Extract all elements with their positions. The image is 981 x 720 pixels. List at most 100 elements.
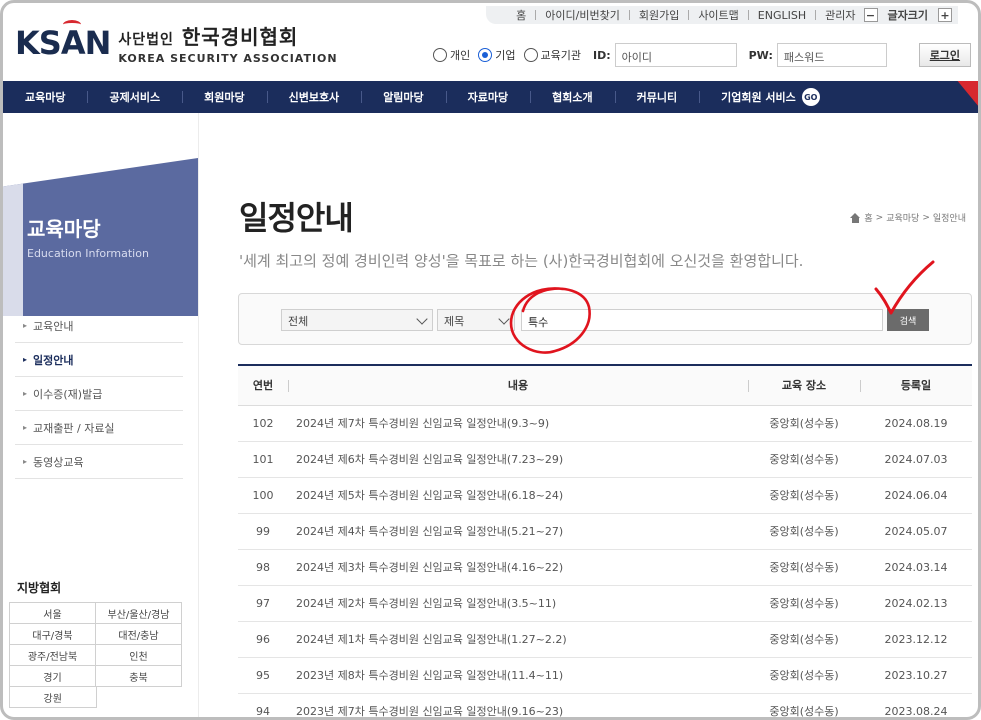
sidebar-item-label: 교재출판 / 자료실	[33, 421, 115, 435]
nav-item-mutual-aid[interactable]: 공제서비스	[87, 81, 182, 113]
search-button[interactable]: 검색	[887, 309, 929, 331]
row-number: 95	[238, 657, 288, 694]
breadcrumb-section[interactable]: 교육마당	[886, 211, 919, 224]
region-link[interactable]: 충북	[96, 666, 182, 687]
region-link[interactable]: 부산/울산/경남	[96, 603, 182, 624]
util-link-find-account[interactable]: 아이디/비번찾기	[545, 7, 620, 23]
radio-icon	[523, 48, 538, 62]
bullet-icon: ▸	[23, 457, 28, 466]
category-select[interactable]: 전체	[281, 309, 433, 331]
region-title: 지방협회	[17, 581, 62, 595]
id-input[interactable]: 아이디	[614, 43, 737, 67]
login-form: 개인 기업 교육기관 ID: 아이디 PW: 패스워드 로그인	[433, 43, 971, 67]
row-date: 2024.06.04	[860, 477, 972, 514]
region-link[interactable]: 인천	[96, 645, 182, 666]
sidebar-item-schedule[interactable]: ▸ 일정안내	[15, 343, 183, 377]
row-date: 2023.12.12	[860, 621, 972, 658]
go-badge[interactable]: GO	[801, 88, 820, 106]
sidebar-item-certificate[interactable]: ▸ 이수증(재)발급	[15, 377, 183, 411]
row-title-link[interactable]: 2024년 제6차 특수경비원 신임교육 일정안내(7.23~29)	[288, 441, 748, 478]
utility-bar: 홈 아이디/비번찾기 회원가입 사이트맵 ENGLISH 관리자 − 글자크기 …	[486, 6, 958, 24]
row-title-link[interactable]: 2024년 제4차 특수경비원 신임교육 일정안내(5.21~27)	[288, 513, 748, 550]
member-type-institution[interactable]: 교육기관	[523, 47, 581, 63]
login-button[interactable]: 로그인	[918, 43, 971, 67]
region-link[interactable]: 광주/전남북	[9, 645, 96, 666]
row-place: 중앙회(성수동)	[748, 513, 860, 550]
header-content: 내용	[288, 365, 748, 406]
table-row[interactable]: 101 2024년 제6차 특수경비원 신임교육 일정안내(7.23~29) 중…	[238, 441, 972, 478]
row-title-link[interactable]: 2024년 제2차 특수경비원 신임교육 일정안내(3.5~11)	[288, 585, 748, 622]
region-grid: 서울 부산/울산/경남 대구/경북 대전/충남 광주/전남북 인천 경기 충북 강원	[9, 602, 182, 708]
password-input[interactable]: 패스워드	[776, 43, 887, 67]
table-row[interactable]: 95 2023년 제8차 특수경비원 신임교육 일정안내(11.4~11) 중앙…	[238, 657, 972, 694]
schedule-table: 연번 내용 교육 장소 등록일 102 2024년 제7차 특수경비원 신임교육…	[238, 364, 972, 717]
radio-label: 개인	[450, 49, 471, 62]
row-title-link[interactable]: 2024년 제5차 특수경비원 신임교육 일정안내(6.18~24)	[288, 477, 748, 514]
font-decrease-button[interactable]: −	[863, 8, 878, 22]
home-icon[interactable]	[850, 212, 861, 223]
search-input[interactable]: 특수	[521, 309, 883, 331]
bullet-icon: ▸	[23, 355, 28, 364]
breadcrumb-separator: >	[922, 212, 930, 223]
row-number: 99	[238, 513, 288, 550]
main-navigation: 교육마당 공제서비스 회원마당 신변보호사 알림마당 자료마당 협회소개 커뮤니…	[3, 81, 978, 113]
region-link[interactable]: 서울	[9, 603, 96, 624]
field-select[interactable]: 제목	[437, 309, 515, 331]
row-place: 중앙회(성수동)	[748, 657, 860, 694]
header-number: 연번	[238, 365, 288, 406]
util-link-signup[interactable]: 회원가입	[639, 7, 679, 23]
sidebar-item-education-info[interactable]: ▸ 교육안내	[15, 309, 183, 343]
row-date: 2023.08.24	[860, 693, 972, 717]
member-type-company[interactable]: 기업	[478, 47, 516, 63]
table-row[interactable]: 97 2024년 제2차 특수경비원 신임교육 일정안내(3.5~11) 중앙회…	[238, 585, 972, 622]
logo-english-name: KOREA SECURITY ASSOCIATION	[118, 52, 338, 65]
row-title-link[interactable]: 2024년 제1차 특수경비원 신임교육 일정안내(1.27~2.2)	[288, 621, 748, 658]
sidebar-item-label: 교육안내	[33, 319, 74, 333]
member-type-personal[interactable]: 개인	[433, 47, 470, 63]
table-row[interactable]: 99 2024년 제4차 특수경비원 신임교육 일정안내(5.21~27) 중앙…	[238, 513, 972, 550]
row-date: 2024.07.03	[860, 441, 972, 478]
row-place: 중앙회(성수동)	[748, 585, 860, 622]
pw-label: PW:	[748, 48, 773, 62]
table-row[interactable]: 98 2024년 제3차 특수경비원 신임교육 일정안내(4.16~22) 중앙…	[238, 549, 972, 586]
font-increase-button[interactable]: +	[938, 8, 952, 22]
logo-korean-name: 사단법인 한국경비협회	[118, 25, 299, 49]
sidebar-item-video[interactable]: ▸ 동영상교육	[15, 445, 183, 479]
util-link-admin[interactable]: 관리자	[825, 7, 855, 23]
nav-item-about[interactable]: 협회소개	[530, 81, 614, 113]
breadcrumb-home[interactable]: 홈	[864, 211, 872, 224]
divider	[815, 10, 817, 20]
nav-item-bodyguard[interactable]: 신변보호사	[266, 81, 362, 113]
chevron-down-icon	[498, 313, 510, 325]
nav-item-community[interactable]: 커뮤니티	[614, 81, 699, 113]
row-title-link[interactable]: 2023년 제8차 특수경비원 신임교육 일정안내(11.4~11)	[288, 657, 748, 694]
page-title: 일정안내	[239, 199, 354, 237]
nav-item-notice[interactable]: 알림마당	[361, 81, 445, 113]
nav-item-members[interactable]: 회원마당	[182, 81, 266, 113]
region-link[interactable]: 강원	[9, 687, 97, 708]
region-link[interactable]: 대전/충남	[96, 624, 182, 645]
table-row[interactable]: 96 2024년 제1차 특수경비원 신임교육 일정안내(1.27~2.2) 중…	[238, 621, 972, 658]
site-logo[interactable]: KSAN 사단법인 한국경비협회 KOREA SECURITY ASSOCIAT…	[15, 21, 338, 65]
nav-item-corporate[interactable]: 기업회원 서비스 GO	[699, 81, 842, 113]
table-row[interactable]: 100 2024년 제5차 특수경비원 신임교육 일정안내(6.18~24) 중…	[238, 477, 972, 514]
region-link[interactable]: 경기	[9, 666, 96, 687]
bullet-icon: ▸	[23, 423, 28, 432]
row-title-link[interactable]: 2023년 제7차 특수경비원 신임교육 일정안내(9.16~23)	[288, 693, 748, 717]
util-link-sitemap[interactable]: 사이트맵	[698, 7, 738, 23]
util-link-english[interactable]: ENGLISH	[758, 9, 806, 22]
intro-text: '세계 최고의 정예 경비인력 양성'을 목표로 하는 (사)한국경비협회에 오…	[239, 252, 804, 270]
table-header-row: 연번 내용 교육 장소 등록일	[238, 365, 972, 406]
row-title-link[interactable]: 2024년 제7차 특수경비원 신임교육 일정안내(9.3~9)	[288, 405, 748, 442]
region-empty-cell	[97, 687, 183, 708]
table-row[interactable]: 102 2024년 제7차 특수경비원 신임교육 일정안내(9.3~9) 중앙회…	[238, 405, 972, 442]
table-row[interactable]: 94 2023년 제7차 특수경비원 신임교육 일정안내(9.16~23) 중앙…	[238, 693, 972, 717]
row-date: 2024.08.19	[860, 405, 972, 442]
sidebar-item-materials[interactable]: ▸ 교재출판 / 자료실	[15, 411, 183, 445]
nav-item-education[interactable]: 교육마당	[3, 81, 87, 113]
radio-label: 교육기관	[540, 49, 581, 62]
util-link-home[interactable]: 홈	[516, 7, 526, 23]
nav-item-resources[interactable]: 자료마당	[445, 81, 530, 113]
row-title-link[interactable]: 2024년 제3차 특수경비원 신임교육 일정안내(4.16~22)	[288, 549, 748, 586]
region-link[interactable]: 대구/경북	[9, 624, 96, 645]
